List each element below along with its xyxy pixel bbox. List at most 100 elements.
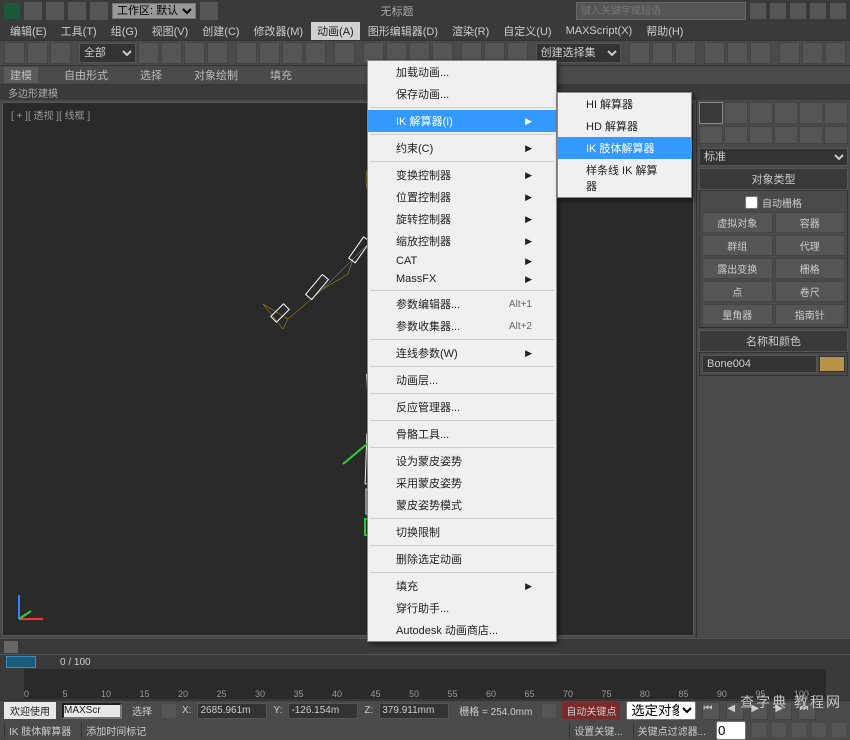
menu-item[interactable]: 删除选定动画 bbox=[368, 548, 556, 570]
maxscript-listener[interactable] bbox=[62, 703, 122, 719]
star-icon[interactable] bbox=[810, 3, 826, 19]
layer-button[interactable] bbox=[675, 42, 696, 64]
ribbon-tab[interactable]: 自由形式 bbox=[58, 67, 114, 83]
menu-item[interactable]: 采用蒙皮姿势 bbox=[368, 472, 556, 494]
keyfilter-button[interactable]: 关键点过滤器... bbox=[633, 723, 710, 738]
create-button[interactable]: 栅格 bbox=[775, 258, 846, 279]
window-crossing-button[interactable] bbox=[207, 42, 228, 64]
menu-item[interactable]: 蒙皮姿势模式 bbox=[368, 494, 556, 516]
render-setup-button[interactable] bbox=[779, 42, 800, 64]
display-tab[interactable] bbox=[799, 102, 823, 124]
menu-item[interactable]: 参数收集器...Alt+2 bbox=[368, 315, 556, 337]
name-color-rollout-header[interactable]: 名称和颜色 bbox=[699, 330, 848, 352]
shapes-icon[interactable] bbox=[724, 126, 748, 144]
x-coord-input[interactable] bbox=[197, 703, 267, 719]
quick-btn-3[interactable] bbox=[68, 2, 86, 20]
status-icon[interactable] bbox=[542, 704, 556, 718]
ribbon-tab[interactable]: 对象绘制 bbox=[188, 67, 244, 83]
current-frame-input[interactable] bbox=[716, 721, 746, 740]
menu-item[interactable]: 动画层... bbox=[368, 369, 556, 391]
search-icon[interactable] bbox=[750, 3, 766, 19]
create-button[interactable]: 指南针 bbox=[775, 304, 846, 325]
lock-icon[interactable] bbox=[162, 704, 176, 718]
timeline-ruler[interactable]: 0510152025303540455055606570758085909510… bbox=[24, 669, 826, 699]
create-button[interactable]: 群组 bbox=[702, 235, 773, 256]
curve-editor-button[interactable] bbox=[704, 42, 725, 64]
menu-item[interactable]: 反应管理器... bbox=[368, 396, 556, 418]
nav-icon-4[interactable] bbox=[832, 723, 846, 737]
menu-item[interactable]: 动画(A) bbox=[311, 22, 360, 40]
category-dropdown[interactable]: 标准 bbox=[699, 148, 848, 166]
goto-start-button[interactable]: ⏮ bbox=[702, 702, 720, 720]
menu-item[interactable]: 自定义(U) bbox=[497, 22, 557, 40]
submenu-item[interactable]: HD 解算器 bbox=[558, 115, 691, 137]
infocenter-icon[interactable] bbox=[790, 3, 806, 19]
menu-item[interactable]: 穿行助手... bbox=[368, 597, 556, 619]
menu-item[interactable]: MAXScript(X) bbox=[560, 24, 639, 38]
menu-item[interactable]: 创建(C) bbox=[196, 22, 245, 40]
bind-button[interactable] bbox=[50, 42, 71, 64]
menu-item[interactable]: 切换限制 bbox=[368, 521, 556, 543]
menu-item[interactable]: 修改器(M) bbox=[248, 22, 310, 40]
create-button[interactable]: 露出变换 bbox=[702, 258, 773, 279]
unlink-button[interactable] bbox=[27, 42, 48, 64]
utilities-tab[interactable] bbox=[824, 102, 848, 124]
create-button[interactable]: 代理 bbox=[775, 235, 846, 256]
link-button[interactable] bbox=[4, 42, 25, 64]
submenu-item[interactable]: IK 肢体解算器 bbox=[558, 137, 691, 159]
menu-item[interactable]: 视图(V) bbox=[146, 22, 195, 40]
ribbon-tab[interactable]: 建模 bbox=[4, 67, 38, 83]
menu-item[interactable]: 工具(T) bbox=[55, 22, 103, 40]
z-coord-input[interactable] bbox=[379, 703, 449, 719]
ribbon-subtab-label[interactable]: 多边形建模 bbox=[8, 85, 58, 100]
render-frame-button[interactable] bbox=[802, 42, 823, 64]
create-button[interactable]: 点 bbox=[702, 281, 773, 302]
refcoord-button[interactable] bbox=[305, 42, 326, 64]
scroll-thumb[interactable] bbox=[4, 641, 18, 653]
menu-item[interactable]: IK 解算器(I)▶ bbox=[368, 110, 556, 132]
nav-icon-1[interactable] bbox=[772, 723, 786, 737]
schematic-button[interactable] bbox=[727, 42, 748, 64]
menu-item[interactable]: 旋转控制器▶ bbox=[368, 208, 556, 230]
misc-button-1[interactable] bbox=[334, 42, 355, 64]
menu-item[interactable]: 渲染(R) bbox=[446, 22, 495, 40]
menu-item[interactable]: 编辑(E) bbox=[4, 22, 53, 40]
menu-item[interactable]: 帮助(H) bbox=[640, 22, 689, 40]
menu-item[interactable]: 保存动画... bbox=[368, 83, 556, 105]
menu-item[interactable]: 约束(C)▶ bbox=[368, 137, 556, 159]
select-name-button[interactable] bbox=[161, 42, 182, 64]
autokey-button[interactable]: 自动关键点 bbox=[562, 702, 620, 719]
object-name-input[interactable] bbox=[702, 355, 817, 373]
select-region-button[interactable] bbox=[184, 42, 205, 64]
lights-icon[interactable] bbox=[749, 126, 773, 144]
object-type-rollout-header[interactable]: 对象类型 bbox=[699, 168, 848, 190]
setkey-button[interactable]: 设置关键... bbox=[569, 723, 626, 738]
menu-item[interactable]: 填充▶ bbox=[368, 575, 556, 597]
cameras-icon[interactable] bbox=[774, 126, 798, 144]
create-tab[interactable] bbox=[699, 102, 723, 124]
app-icon[interactable] bbox=[4, 3, 20, 19]
nav-icon-3[interactable] bbox=[812, 723, 826, 737]
create-button[interactable]: 量角器 bbox=[702, 304, 773, 325]
quick-btn-5[interactable] bbox=[200, 2, 218, 20]
timemark-label[interactable]: 添加时间标记 bbox=[81, 723, 150, 738]
ribbon-tab[interactable]: 填充 bbox=[264, 67, 298, 83]
modify-tab[interactable] bbox=[724, 102, 748, 124]
menu-item[interactable]: 连线参数(W)▶ bbox=[368, 342, 556, 364]
menu-item[interactable]: 缩放控制器▶ bbox=[368, 230, 556, 252]
menu-item[interactable]: MassFX▶ bbox=[368, 270, 556, 288]
ribbon-tab[interactable]: 选择 bbox=[134, 67, 168, 83]
object-color-swatch[interactable] bbox=[819, 356, 845, 372]
menu-item[interactable]: 设为蒙皮姿势 bbox=[368, 450, 556, 472]
mirror-button[interactable] bbox=[629, 42, 650, 64]
align-button[interactable] bbox=[652, 42, 673, 64]
create-button[interactable]: 卷尺 bbox=[775, 281, 846, 302]
scale-button[interactable] bbox=[282, 42, 303, 64]
spacewarps-icon[interactable] bbox=[824, 126, 848, 144]
menu-item[interactable]: 图形编辑器(D) bbox=[362, 22, 444, 40]
move-button[interactable] bbox=[236, 42, 257, 64]
render-button[interactable] bbox=[825, 42, 846, 64]
viewport-label[interactable]: [ + ][ 透视 ][ 线框 ] bbox=[11, 107, 90, 122]
quick-btn-1[interactable] bbox=[24, 2, 42, 20]
quick-btn-2[interactable] bbox=[46, 2, 64, 20]
